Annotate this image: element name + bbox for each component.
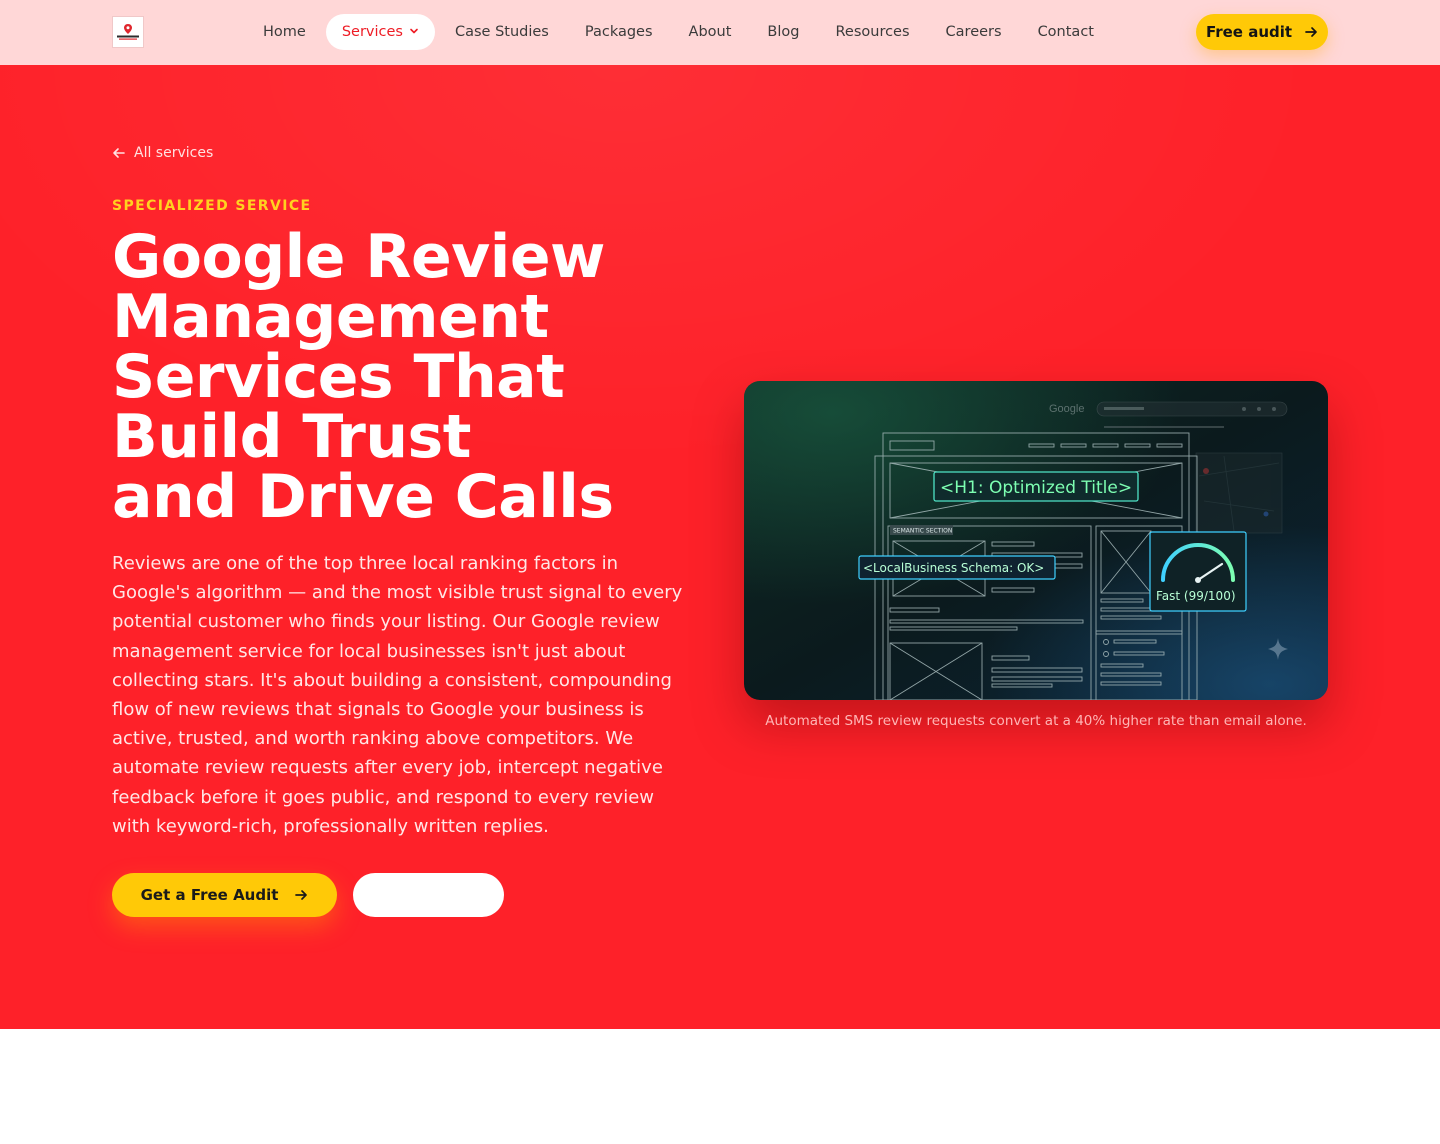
arrow-right-icon bbox=[294, 888, 308, 902]
hero-section: All services SPECIALIZED SERVICE Google … bbox=[0, 65, 1440, 1029]
all-services-link[interactable]: All services bbox=[112, 145, 213, 161]
google-wordmark: Google bbox=[1049, 403, 1084, 415]
title-line: Management bbox=[112, 282, 549, 352]
nav-label: Packages bbox=[584, 24, 653, 40]
nav-label: About bbox=[688, 24, 732, 40]
title-line: Google Review bbox=[112, 222, 605, 292]
nav-label: Careers bbox=[945, 24, 1002, 40]
nav-item-packages[interactable]: Packages bbox=[567, 14, 671, 50]
title-line: Services That bbox=[112, 342, 565, 412]
nav-item-resources[interactable]: Resources bbox=[817, 14, 927, 50]
arrow-left-icon bbox=[112, 146, 126, 160]
nav-label: Blog bbox=[767, 24, 800, 40]
nav-label: Resources bbox=[835, 24, 910, 40]
site-logo[interactable] bbox=[112, 16, 144, 48]
localbusiness-schema-tag: <LocalBusiness Schema: OK> bbox=[863, 561, 1044, 575]
next-section bbox=[0, 1029, 1440, 1144]
title-line: Build Trust bbox=[112, 402, 471, 472]
all-services-label: All services bbox=[134, 145, 214, 161]
main-nav: Home Services Case Studies Packages Abou… bbox=[245, 14, 1112, 50]
illustration-caption: Automated SMS review requests convert at… bbox=[765, 713, 1307, 729]
see-case-studies-label: See Case Studies bbox=[355, 886, 502, 904]
arrow-right-icon bbox=[1304, 25, 1318, 39]
nav-label: Services bbox=[341, 24, 403, 40]
nav-item-services[interactable]: Services bbox=[325, 14, 435, 50]
nav-label: Home bbox=[263, 24, 306, 40]
location-pin-icon bbox=[117, 24, 139, 40]
title-line: and Drive Calls bbox=[112, 462, 614, 532]
page-title: Google Review Management Services That B… bbox=[112, 227, 692, 527]
get-free-audit-button[interactable]: Get a Free Audit bbox=[112, 873, 337, 917]
nav-item-home[interactable]: Home bbox=[245, 14, 324, 50]
nav-label: Case Studies bbox=[454, 24, 549, 40]
website-wireframe-illustration: Google SEMANTIC SECTION <H1: Optimized T… bbox=[744, 381, 1328, 700]
free-audit-label: Free audit bbox=[1205, 23, 1293, 41]
nav-item-case-studies[interactable]: Case Studies bbox=[437, 14, 567, 50]
get-free-audit-label: Get a Free Audit bbox=[140, 886, 279, 904]
nav-item-careers[interactable]: Careers bbox=[928, 14, 1020, 50]
eyebrow-label: SPECIALIZED SERVICE bbox=[112, 198, 312, 214]
see-case-studies-button[interactable]: See Case Studies bbox=[353, 873, 504, 917]
seo-illustration: Google SEMANTIC SECTION <H1: Optimized T… bbox=[744, 381, 1328, 700]
chevron-down-icon bbox=[409, 24, 419, 40]
speed-score-label: Fast (99/100) bbox=[1156, 589, 1236, 603]
site-header: Home Services Case Studies Packages Abou… bbox=[0, 0, 1440, 65]
nav-item-about[interactable]: About bbox=[671, 14, 750, 50]
hero-description: Reviews are one of the top three local r… bbox=[112, 553, 683, 837]
nav-label: Contact bbox=[1037, 24, 1094, 40]
semantic-section-tag: SEMANTIC SECTION bbox=[893, 528, 952, 535]
h1-optimized-tag: <H1: Optimized Title> bbox=[940, 478, 1132, 498]
nav-item-contact[interactable]: Contact bbox=[1020, 14, 1112, 50]
nav-item-blog[interactable]: Blog bbox=[749, 14, 817, 50]
free-audit-button[interactable]: Free audit bbox=[1196, 14, 1328, 50]
